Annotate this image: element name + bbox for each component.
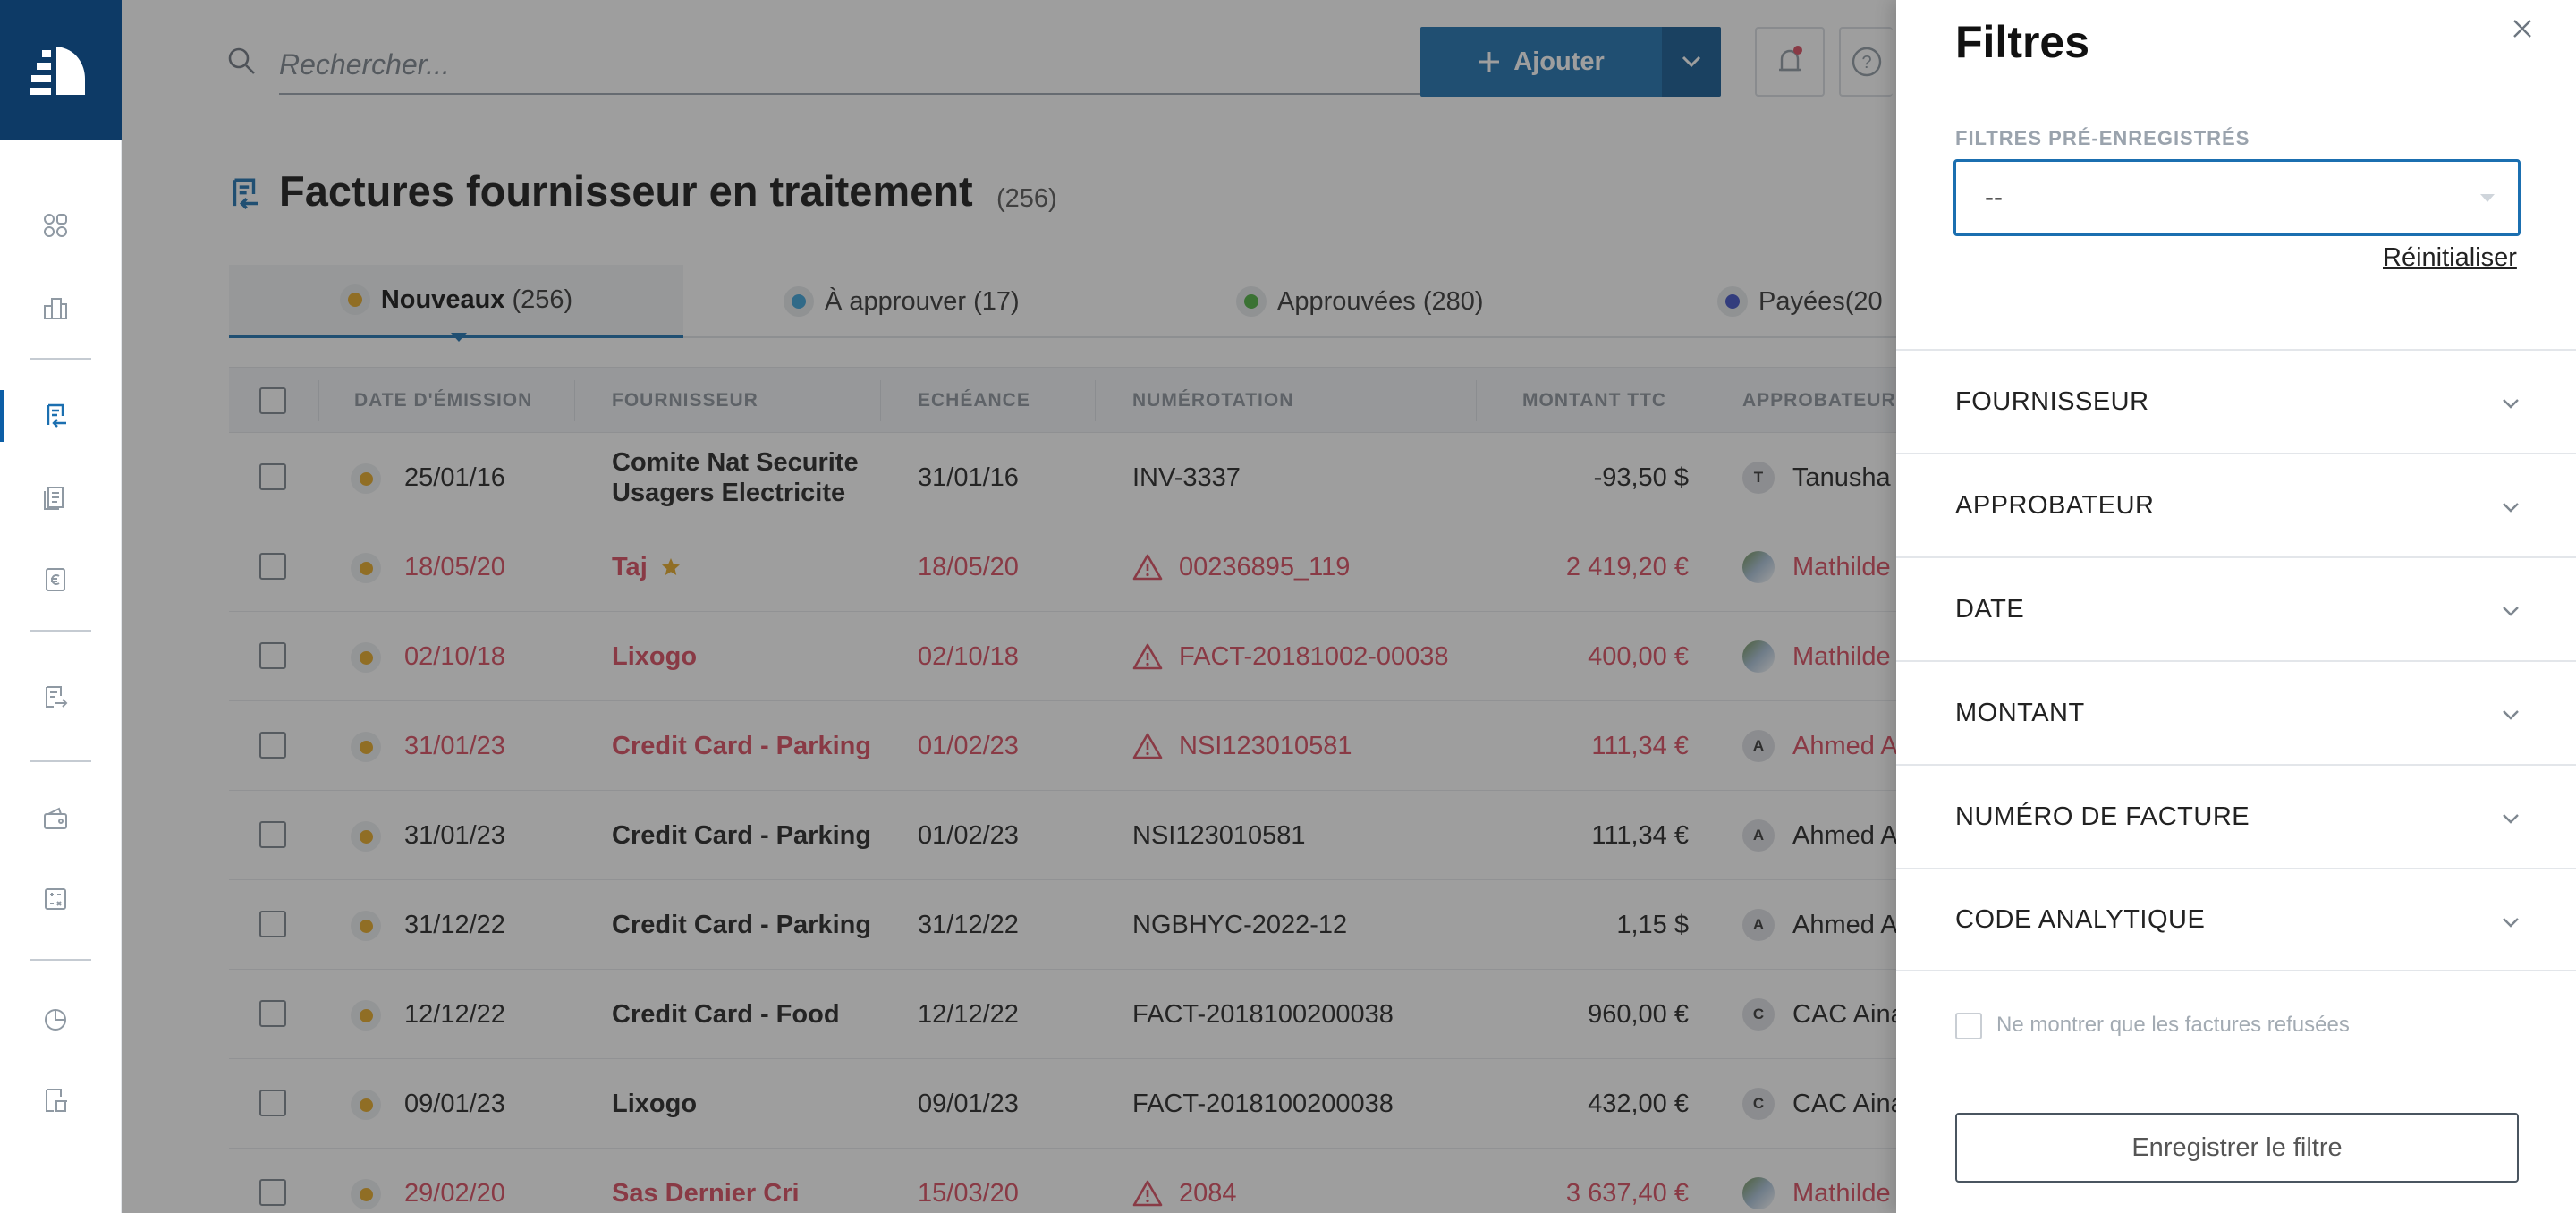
- filter-section-label: NUMÉRO DE FACTURE: [1955, 802, 2250, 831]
- filter-section-label: MONTANT: [1955, 698, 2085, 727]
- logo-icon: [30, 47, 85, 95]
- document-trash-icon[interactable]: [38, 1082, 73, 1118]
- calculator-icon[interactable]: [38, 881, 73, 917]
- save-filter-button[interactable]: Enregistrer le filtre: [1955, 1113, 2519, 1183]
- nav-separator: [30, 630, 91, 632]
- wallet-icon[interactable]: [38, 802, 73, 837]
- preset-filters-select[interactable]: --: [1953, 159, 2521, 236]
- company-icon[interactable]: [38, 290, 73, 326]
- close-button[interactable]: [2504, 11, 2540, 47]
- logo[interactable]: [0, 0, 122, 140]
- nav-active-indicator: [0, 390, 4, 442]
- chevron-down-icon: [2503, 503, 2519, 513]
- filter-section-date[interactable]: DATE: [1896, 556, 2576, 660]
- preset-filters-label: FILTRES PRÉ-ENREGISTRÉS: [1955, 127, 2250, 149]
- filter-section-label: DATE: [1955, 594, 2025, 623]
- filter-section-label: FOURNISSEUR: [1955, 386, 2149, 416]
- reports-pie-icon[interactable]: [38, 1002, 73, 1038]
- nav-separator: [30, 959, 91, 961]
- modal-backdrop[interactable]: [122, 0, 2018, 1213]
- close-icon: [2513, 20, 2531, 38]
- chevron-down-icon: [2503, 606, 2519, 616]
- refused-only-checkbox[interactable]: [1955, 1013, 1982, 1039]
- filter-section-approver[interactable]: APPROBATEUR: [1896, 453, 2576, 556]
- filter-section-invoice-number[interactable]: NUMÉRO DE FACTURE: [1896, 764, 2576, 868]
- filter-section-supplier[interactable]: FOURNISSEUR: [1896, 349, 2576, 453]
- sidebar: [0, 0, 122, 1213]
- chevron-down-icon: [2503, 710, 2519, 720]
- filter-section-label: APPROBATEUR: [1955, 490, 2155, 520]
- filter-panel: Filtres FILTRES PRÉ-ENREGISTRÉS -- Réini…: [1896, 0, 2576, 1213]
- caret-down-icon: [2480, 194, 2495, 202]
- customer-invoices-icon[interactable]: [38, 680, 73, 716]
- euro-document-icon[interactable]: [38, 562, 73, 598]
- preset-filters-value: --: [1985, 182, 2003, 212]
- nav-separator: [30, 358, 91, 360]
- chevron-down-icon: [2503, 399, 2519, 409]
- dashboard-icon[interactable]: [38, 208, 73, 243]
- refused-only-label: Ne montrer que les factures refusées: [1996, 1013, 2350, 1037]
- supplier-invoices-icon[interactable]: [38, 398, 73, 434]
- reset-link[interactable]: Réinitialiser: [2383, 243, 2517, 273]
- chevron-down-icon: [2503, 814, 2519, 824]
- documents-icon[interactable]: [38, 480, 73, 516]
- filter-section-label: CODE ANALYTIQUE: [1955, 904, 2206, 934]
- panel-title: Filtres: [1955, 17, 2090, 67]
- chevron-down-icon: [2503, 918, 2519, 928]
- filter-section-analytic-code[interactable]: CODE ANALYTIQUE: [1896, 868, 2576, 971]
- nav-separator: [30, 760, 91, 762]
- filter-section-amount[interactable]: MONTANT: [1896, 660, 2576, 764]
